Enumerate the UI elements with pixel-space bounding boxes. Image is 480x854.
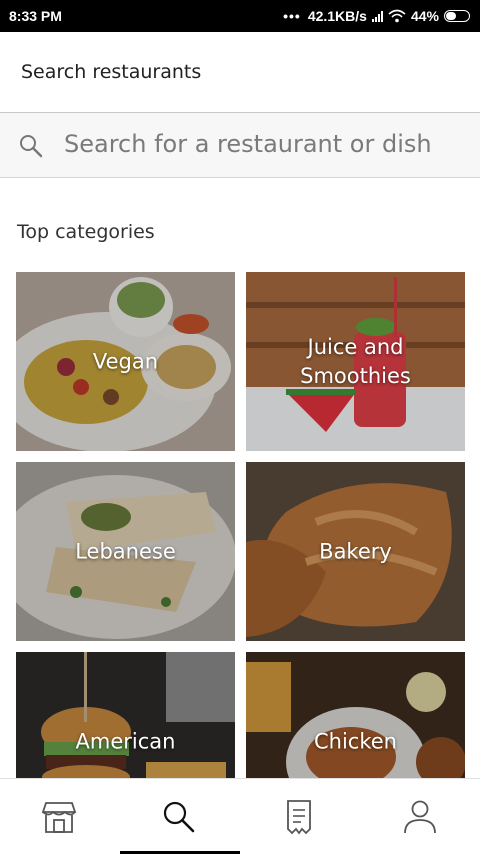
category-label: American (75, 729, 176, 753)
category-label: Vegan (92, 349, 159, 373)
section-title: Top categories (17, 221, 155, 243)
category-label: Lebanese (75, 539, 176, 563)
search-input[interactable] (64, 123, 464, 165)
more-dots-icon: ••• (283, 8, 301, 24)
status-time: 8:33 PM (9, 8, 62, 24)
store-icon (41, 802, 77, 833)
nav-profile-button[interactable] (400, 797, 440, 837)
receipt-icon (287, 800, 311, 835)
category-label: Bakery (319, 539, 392, 563)
category-label: Juice and Smoothies (300, 334, 411, 388)
nav-store-button[interactable] (39, 797, 79, 837)
search-icon (20, 135, 43, 158)
nav-search-button[interactable] (159, 797, 199, 837)
search-bar[interactable] (0, 113, 480, 178)
category-tile-lebanese[interactable]: Lebanese (16, 462, 235, 641)
nav-orders-button[interactable] (279, 797, 319, 837)
battery-icon (444, 10, 470, 22)
page-title: Search restaurants (21, 61, 202, 83)
search-icon (163, 801, 195, 833)
category-tile-juice-and-smoothies[interactable]: Juice and Smoothies (246, 272, 465, 451)
category-label: Chicken (314, 729, 397, 753)
bottom-nav (0, 778, 480, 854)
battery-percent: 44% (410, 8, 439, 24)
category-tile-vegan[interactable]: Vegan (16, 272, 235, 451)
profile-icon (404, 800, 436, 834)
category-tile-bakery[interactable]: Bakery (246, 462, 465, 641)
status-bar: 8:33 PM ••• 42.1KB/s 44% (0, 0, 480, 32)
signal-icon (371, 10, 383, 22)
app-header: Search restaurants (0, 32, 480, 113)
wifi-icon (388, 9, 406, 23)
status-icons: ••• 42.1KB/s 44% (283, 8, 470, 24)
network-speed: 42.1KB/s (307, 8, 367, 24)
